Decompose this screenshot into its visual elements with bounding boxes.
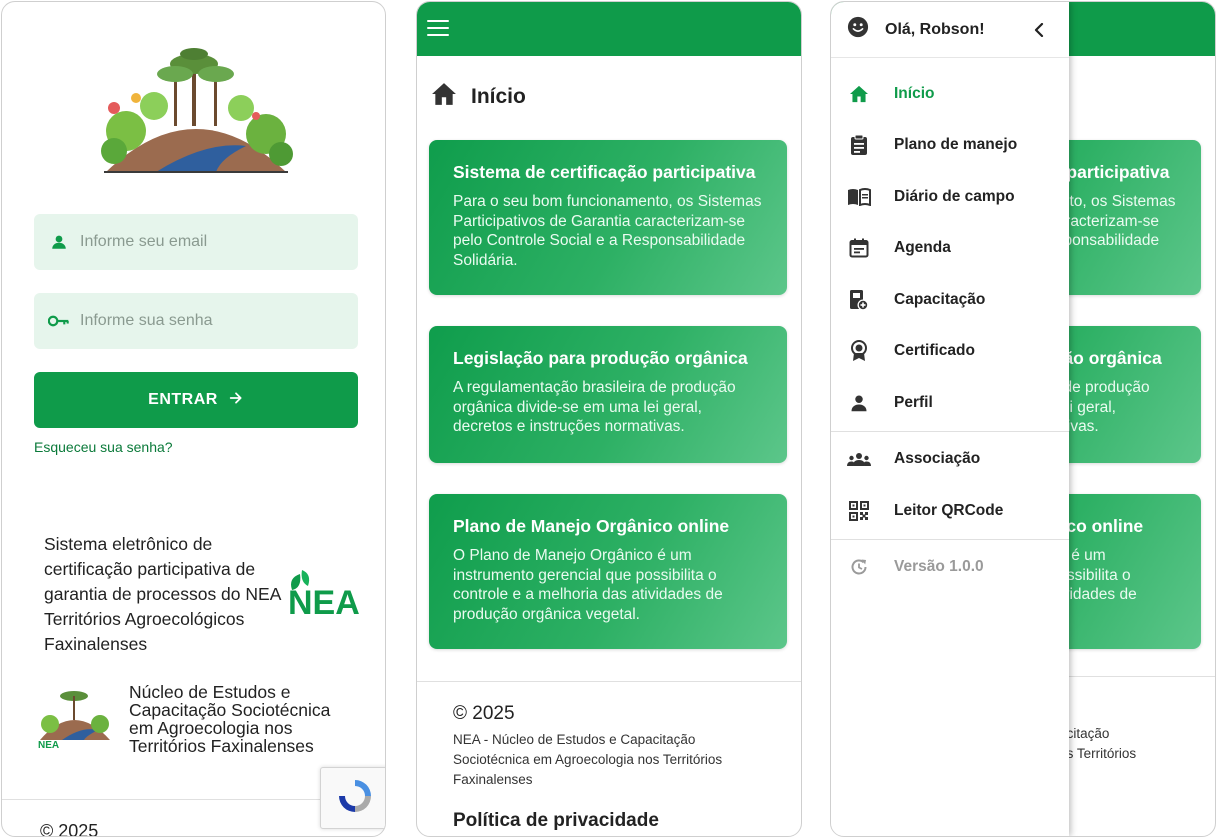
drawer-item-label: Plano de manejo (894, 136, 1018, 153)
page-header: Início (431, 82, 526, 111)
smiley-icon (847, 16, 869, 43)
divider (417, 681, 801, 682)
person-icon (48, 231, 70, 253)
drawer-item-label: Associação (894, 450, 981, 467)
info-card[interactable]: Sistema de certificação participativa Pa… (429, 140, 787, 295)
nucleo-description: Núcleo de Estudos e Capacitação Sociotéc… (129, 682, 331, 756)
app-version: Versão 1.0.0 (831, 547, 1069, 587)
drawer-header: Olá, Robson! (831, 2, 1069, 58)
recaptcha-badge[interactable] (320, 767, 385, 829)
drawer-item-certificado[interactable]: Certificado (831, 331, 1069, 371)
training-icon (847, 288, 871, 312)
card-text: O Plano de Manejo Orgânico é um instrume… (453, 547, 723, 623)
drawer-item-associacao[interactable]: Associação (831, 439, 1069, 479)
menu-icon[interactable] (427, 18, 449, 38)
nucleo-logo: NEA (36, 686, 114, 751)
forgot-password-link[interactable]: Esqueceu sua senha? (34, 439, 173, 455)
drawer-item-label: Leitor QRCode (894, 502, 1004, 519)
clipboard-icon (847, 133, 871, 157)
drawer-item-perfil[interactable]: Perfil (831, 383, 1069, 423)
info-card[interactable]: Legislação para produção orgânica A regu… (429, 326, 787, 463)
drawer-screen: Início Sistema de certificação participa… (830, 1, 1216, 837)
drawer-item-leitor-qrcode[interactable]: Leitor QRCode (831, 491, 1069, 531)
calendar-icon (847, 236, 871, 260)
card-text: A regulamentação brasileira de produção … (453, 379, 736, 435)
login-screen: ENTRAR Esqueceu sua senha? Sistema eletr… (1, 1, 386, 837)
copyright: © 2025 (40, 821, 99, 837)
drawer-item-inicio[interactable]: Início (831, 74, 1069, 114)
home-icon (431, 82, 457, 111)
drawer-item-label: Perfil (894, 394, 933, 411)
card-title: Plano de Manejo Orgânico online (453, 516, 730, 536)
person-icon (847, 391, 871, 415)
navigation-drawer: Olá, Robson! Início Plano de manejo Diár… (831, 2, 1069, 836)
group-icon (847, 447, 871, 471)
email-field[interactable] (34, 214, 358, 270)
system-description: Sistema eletrônico de certificação parti… (44, 534, 281, 654)
refresh-icon (847, 555, 871, 579)
drawer-item-label: Versão 1.0.0 (894, 558, 984, 575)
nea-logo: NEA (286, 568, 366, 622)
arrow-right-icon (228, 390, 244, 411)
top-app-bar (417, 2, 801, 56)
user-greeting: Olá, Robson! (885, 20, 985, 38)
drawer-item-diario-de-campo[interactable]: Diário de campo (831, 177, 1069, 217)
password-field[interactable] (34, 293, 358, 349)
qrcode-icon (847, 499, 871, 523)
drawer-item-plano-de-manejo[interactable]: Plano de manejo (831, 125, 1069, 165)
book-icon (847, 185, 871, 209)
enter-button[interactable]: ENTRAR (34, 372, 358, 428)
drawer-item-label: Certificado (894, 342, 975, 359)
chevron-left-icon[interactable] (1029, 20, 1049, 40)
password-input[interactable] (80, 312, 340, 330)
home-icon (847, 82, 871, 106)
svg-text:NEA: NEA (38, 740, 59, 750)
drawer-divider (831, 431, 1069, 432)
drawer-divider (831, 539, 1069, 540)
key-icon (48, 310, 70, 332)
privacy-policy-link[interactable]: Política de privacidade (453, 810, 659, 832)
email-input[interactable] (80, 233, 340, 251)
certificate-icon (847, 339, 871, 363)
card-title: Sistema de certificação participativa (453, 162, 756, 182)
recaptcha-icon (334, 775, 376, 822)
app-logo-illustration (96, 46, 296, 176)
drawer-item-capacitacao[interactable]: Capacitação (831, 280, 1069, 320)
drawer-item-agenda[interactable]: Agenda (831, 228, 1069, 268)
drawer-item-label: Capacitação (894, 291, 986, 308)
drawer-item-label: Início (894, 85, 935, 102)
card-text: Para o seu bom funcionamento, os Sistema… (453, 193, 762, 269)
drawer-item-label: Agenda (894, 239, 951, 256)
copyright: © 2025 (453, 703, 515, 724)
card-title: Legislação para produção orgânica (453, 348, 748, 368)
footer-nea-text: NEA - Núcleo de Estudos e Capacitação So… (453, 732, 723, 787)
info-card[interactable]: Plano de Manejo Orgânico online O Plano … (429, 494, 787, 649)
page-title: Início (471, 84, 526, 108)
drawer-item-label: Diário de campo (894, 188, 1015, 205)
enter-button-label: ENTRAR (148, 391, 218, 408)
home-screen: Início Sistema de certificação participa… (416, 1, 802, 837)
svg-text:NEA: NEA (288, 584, 360, 618)
